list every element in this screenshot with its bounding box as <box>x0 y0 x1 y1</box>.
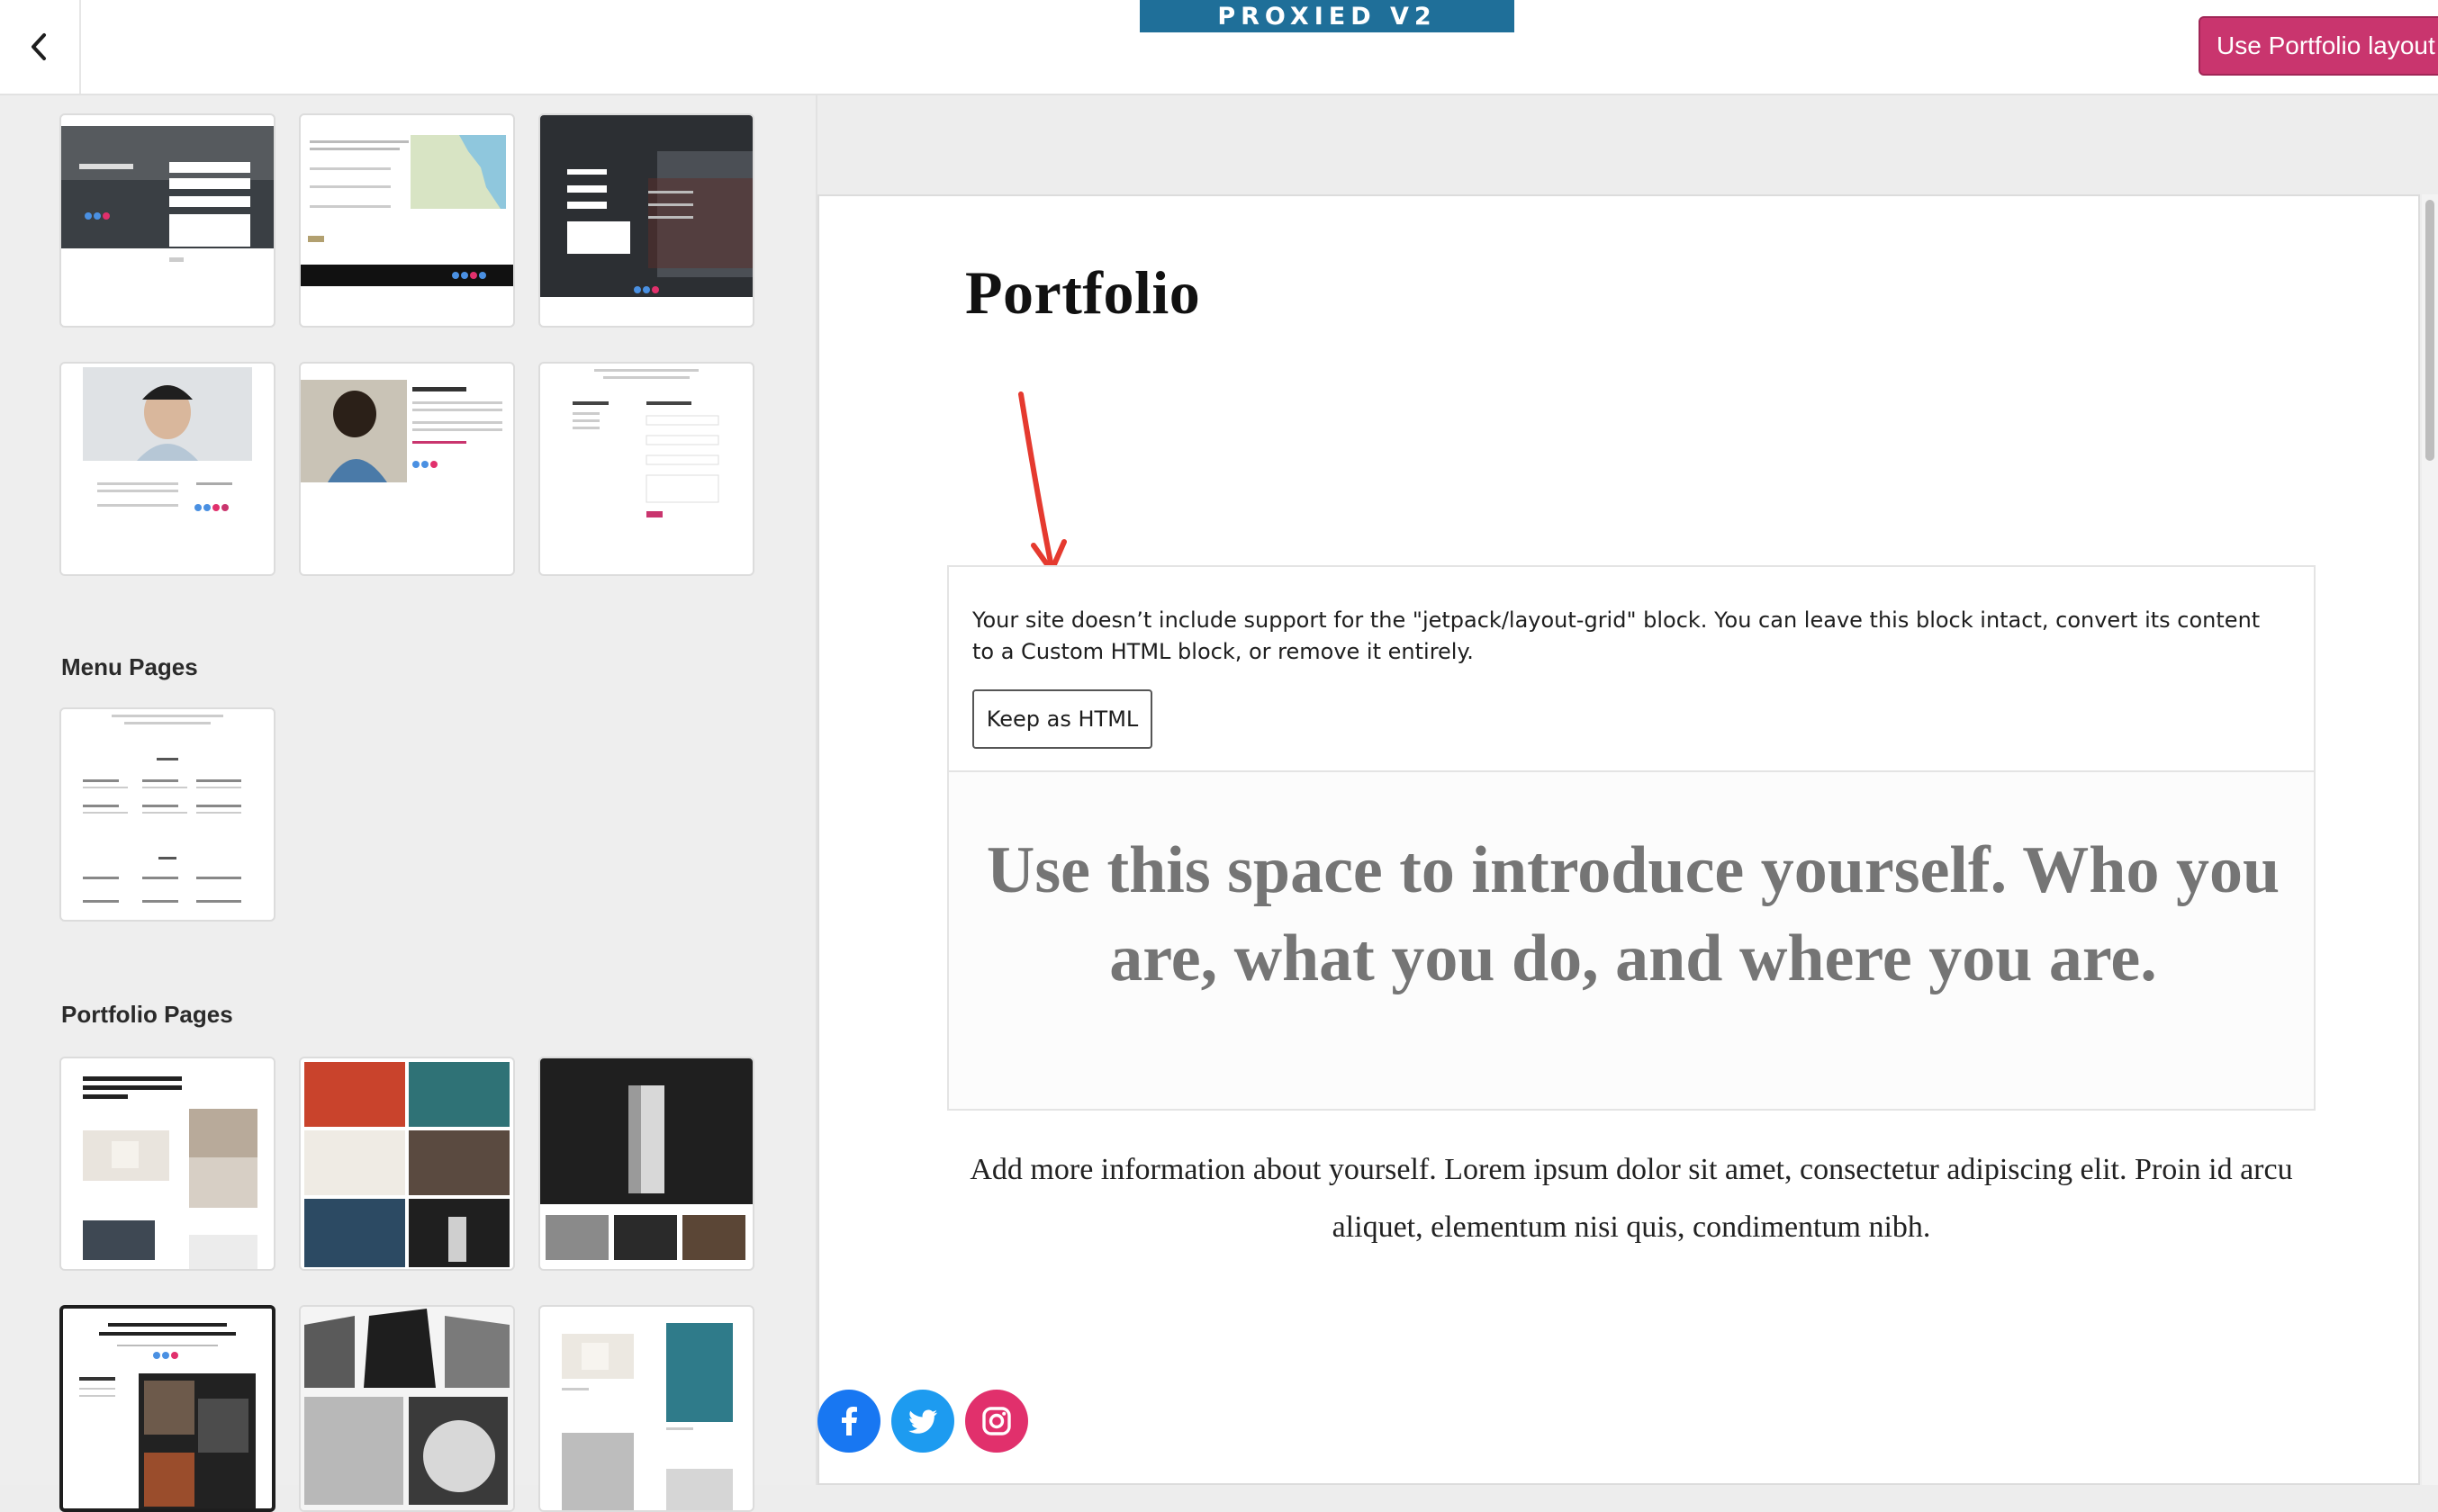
instagram-icon[interactable] <box>965 1390 1028 1453</box>
layout-thumbnail[interactable] <box>59 362 275 576</box>
layout-thumbnail[interactable] <box>538 1057 754 1271</box>
chevron-left-icon <box>32 33 46 60</box>
keep-as-html-button[interactable]: Keep as HTML <box>972 689 1152 749</box>
layout-thumbnail[interactable] <box>299 1305 515 1512</box>
warning-text: Your site doesn’t include support for th… <box>972 608 2261 664</box>
proxied-banner: PROXIED V2 <box>1140 0 1514 32</box>
page-title: Portfolio <box>965 258 1201 327</box>
layout-sidebar: Menu Pages Portfolio Pages <box>0 95 817 1512</box>
intro-heading: Use this space to introduce yourself. Wh… <box>986 833 2280 995</box>
layout-thumbnail[interactable] <box>538 1305 754 1512</box>
twitter-icon[interactable] <box>891 1390 954 1453</box>
top-bar: PROXIED V2 Use Portfolio layout <box>0 0 2438 95</box>
layout-thumbnail[interactable] <box>538 362 754 576</box>
layout-thumbnail[interactable] <box>299 113 515 328</box>
layout-thumbnail[interactable] <box>59 707 275 922</box>
annotation-arrow-icon <box>1018 392 1067 573</box>
more-info-paragraph: Add more information about yourself. Lor… <box>970 1153 2293 1244</box>
layout-thumbnail-selected[interactable] <box>59 1305 275 1512</box>
layout-thumbnail[interactable] <box>299 1057 515 1271</box>
use-portfolio-layout-button[interactable]: Use Portfolio layout <box>2199 16 2438 76</box>
layout-thumbnail[interactable] <box>59 1057 275 1271</box>
section-title-menu-pages: Menu Pages <box>61 653 198 680</box>
section-title-portfolio-pages: Portfolio Pages <box>61 1001 233 1028</box>
unsupported-block-warning: Your site doesn’t include support for th… <box>947 565 2316 772</box>
layout-thumbnail[interactable] <box>299 362 515 576</box>
intro-block: Use this space to introduce yourself. Wh… <box>947 772 2316 1111</box>
back-button[interactable] <box>0 0 81 94</box>
layout-thumbnail[interactable] <box>59 113 275 328</box>
preview-scrollbar-thumb[interactable] <box>2425 200 2434 461</box>
facebook-icon[interactable] <box>817 1390 880 1453</box>
layout-thumbnail[interactable] <box>538 113 754 328</box>
